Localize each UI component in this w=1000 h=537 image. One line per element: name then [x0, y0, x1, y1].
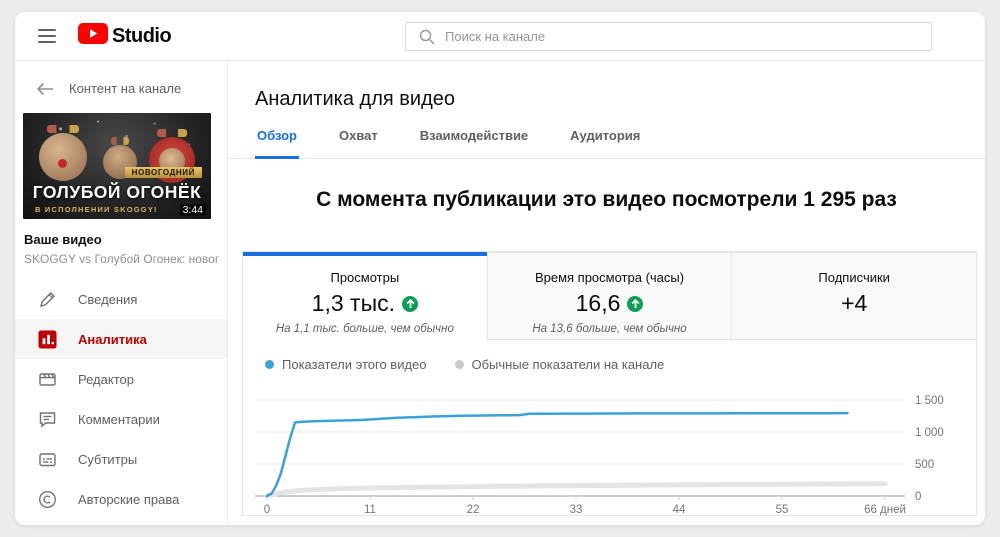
svg-text:44: 44 — [673, 504, 686, 516]
tab-reach[interactable]: Охват — [337, 128, 380, 159]
tab-engagement[interactable]: Взаимодействие — [418, 128, 530, 159]
metric-note: На 13,6 больше, чем обычно — [532, 323, 687, 335]
editor-icon — [38, 370, 57, 389]
trend-up-icon — [402, 295, 418, 312]
topbar: Studio — [15, 12, 985, 61]
sidebar-item-editor[interactable]: Редактор — [15, 359, 227, 399]
sidebar-item-label: Комментарии — [78, 411, 160, 427]
metric-value: +4 — [841, 290, 868, 316]
svg-text:33: 33 — [570, 504, 583, 516]
search-input[interactable] — [445, 29, 931, 44]
metric-label: Подписчики — [818, 270, 890, 285]
metric-card-watch-time[interactable]: Время просмотра (часы) 16,6 На 13,6 боль… — [486, 252, 732, 340]
trend-up-icon — [627, 295, 644, 312]
sidebar-item-subtitles[interactable]: Субтитры — [15, 439, 227, 479]
metric-note: На 1,1 тыс. больше, чем обычно — [275, 323, 454, 335]
metric-label: Просмотры — [330, 270, 400, 285]
back-label: Контент на канале — [69, 81, 182, 96]
legend-dot-blue — [265, 360, 274, 369]
comments-icon — [38, 410, 57, 429]
metric-cards: Просмотры 1,3 тыс. На 1,1 тыс. больше, ч… — [243, 252, 977, 340]
thumbnail-title-text: ГОЛУБОЙ ОГОНЁК — [32, 182, 202, 202]
sidebar-item-analytics[interactable]: Аналитика — [15, 319, 227, 359]
youtube-logo-icon — [78, 23, 108, 49]
legend-label: Обычные показатели на канале — [471, 357, 665, 372]
chart-legend: Показатели этого видео Обычные показател… — [265, 357, 976, 372]
back-to-channel-content[interactable]: Контент на канале — [15, 61, 227, 96]
menu-icon[interactable] — [34, 25, 60, 47]
page-title: Аналитика для видео — [255, 88, 455, 110]
video-meta-title: SKOGGY vs Голубой Огонек: новог... — [24, 252, 219, 266]
thumbnail-subtitle-text: В ИСПОЛНЕНИИ SKOGGY! — [35, 205, 158, 214]
search-box — [405, 22, 932, 51]
sidebar-item-label: Авторские права — [78, 491, 180, 507]
sidebar-item-comments[interactable]: Комментарии — [15, 399, 227, 439]
youtube-studio-logo[interactable]: Studio — [78, 23, 172, 49]
sidebar-menu: Сведения Аналитика Редактор Комментарии … — [15, 279, 227, 519]
svg-text:0: 0 — [264, 504, 270, 516]
metric-value: 16,6 — [575, 290, 621, 316]
legend-item-channel-typical: Обычные показатели на канале — [454, 357, 665, 372]
video-thumbnail: НОВОГОДНИЙ ГОЛУБОЙ ОГОНЁК В ИСПОЛНЕНИИ S… — [23, 113, 211, 219]
metric-card-subscribers[interactable]: Подписчики +4 — [731, 252, 977, 340]
copyright-icon — [38, 490, 57, 509]
video-meta: Ваше видео SKOGGY vs Голубой Огонек: нов… — [24, 232, 219, 266]
legend-dot-gray — [454, 360, 464, 369]
metric-card-views[interactable]: Просмотры 1,3 тыс. На 1,1 тыс. больше, ч… — [243, 252, 487, 340]
sidebar: Контент на канале НОВОГОДНИЙ ГОЛУБОЙ ОГО… — [15, 61, 228, 525]
sidebar-item-label: Аналитика — [78, 331, 147, 347]
metric-label: Время просмотра (часы) — [534, 270, 685, 285]
thumbnail-banner-text: НОВОГОДНИЙ — [124, 167, 202, 178]
sidebar-item-label: Сведения — [78, 291, 138, 307]
video-meta-label: Ваше видео — [24, 232, 102, 247]
analytics-icon — [38, 330, 57, 349]
legend-label: Показатели этого видео — [282, 357, 427, 372]
sidebar-item-details[interactable]: Сведения — [15, 279, 227, 319]
brand-text: Studio — [112, 24, 172, 47]
sidebar-item-label: Субтитры — [78, 451, 138, 467]
sidebar-item-copyright[interactable]: Авторские права — [15, 479, 227, 519]
video-duration-badge: 3:44 — [179, 204, 206, 216]
svg-text:500: 500 — [915, 459, 934, 471]
tab-overview[interactable]: Обзор — [255, 128, 299, 159]
main-content: Аналитика для видео Обзор Охват Взаимоде… — [228, 61, 985, 525]
svg-text:1 500: 1 500 — [915, 395, 944, 407]
analytics-tabs: Обзор Охват Взаимодействие Аудитория — [228, 128, 985, 159]
legend-item-video: Показатели этого видео — [265, 357, 427, 372]
arrow-left-icon — [36, 82, 53, 95]
sidebar-item-label: Редактор — [78, 371, 134, 387]
svg-text:11: 11 — [364, 504, 376, 516]
views-line-chart: 0 500 1 000 1 500 0 11 22 33 44 55 66 дней — [243, 380, 976, 523]
svg-text:66 дней: 66 дней — [864, 504, 906, 516]
tab-audience[interactable]: Аудитория — [568, 128, 642, 159]
svg-text:1 000: 1 000 — [915, 427, 944, 439]
subtitles-icon — [38, 450, 57, 469]
svg-text:22: 22 — [467, 504, 480, 516]
youtube-studio-window: Studio Контент на канале НОВОГОДНИЙ ГОЛУ… — [15, 12, 985, 525]
analytics-widget: Просмотры 1,3 тыс. На 1,1 тыс. больше, ч… — [242, 251, 977, 516]
svg-text:55: 55 — [776, 504, 789, 516]
pencil-icon — [38, 290, 57, 309]
metric-value: 1,3 тыс. — [311, 290, 395, 316]
person-figure — [39, 125, 87, 181]
views-headline: С момента публикации это видео посмотрел… — [316, 188, 897, 211]
svg-text:0: 0 — [915, 491, 921, 503]
search-icon — [419, 29, 435, 45]
